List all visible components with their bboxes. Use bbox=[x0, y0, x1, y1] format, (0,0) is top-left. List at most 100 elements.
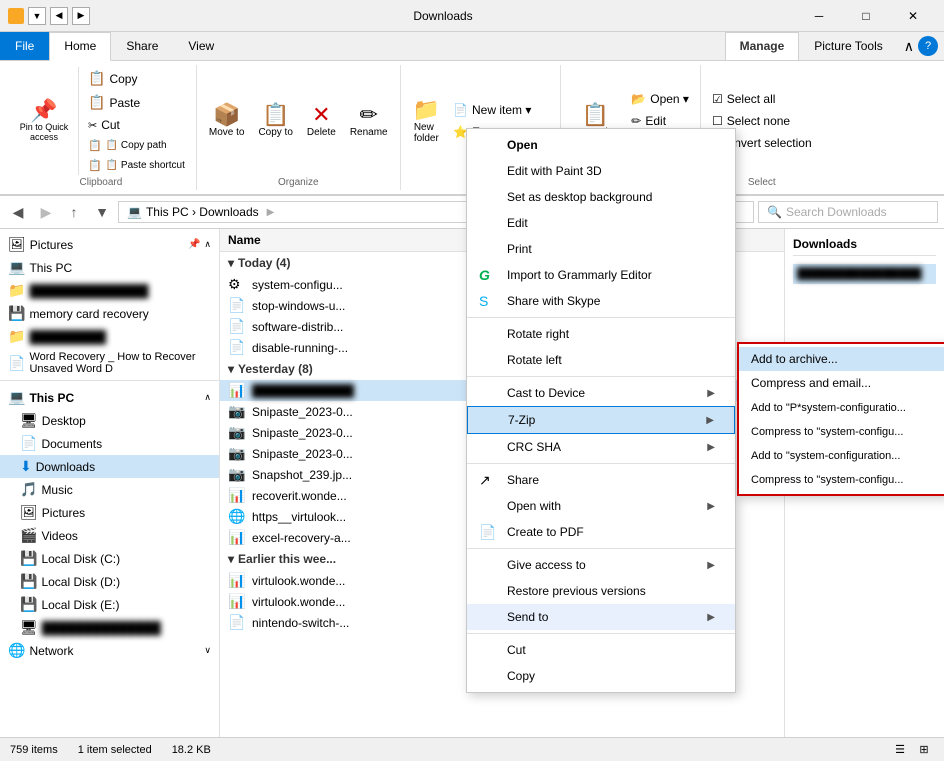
ctx-edit[interactable]: Edit bbox=[467, 210, 735, 236]
forward-button[interactable]: ▶ bbox=[34, 200, 58, 224]
sidebar-item-memory-card[interactable]: 💾 memory card recovery bbox=[0, 302, 219, 325]
quick-access-btn[interactable]: ▼ bbox=[28, 7, 46, 25]
paste-icon: 📋 bbox=[88, 94, 105, 111]
sidebar-item-pictures[interactable]: 🖼 Pictures bbox=[0, 501, 219, 524]
tab-file[interactable]: File bbox=[0, 32, 49, 60]
ctx-skype[interactable]: S Share with Skype bbox=[467, 288, 735, 314]
recent-button[interactable]: ▼ bbox=[90, 200, 114, 224]
tab-share[interactable]: Share bbox=[111, 32, 173, 60]
ctx-give-access[interactable]: Give access to ▶ bbox=[467, 552, 735, 578]
open-button[interactable]: 📂 Open ▾ bbox=[626, 89, 694, 109]
clipboard-content: 📌 Pin to Quick access 📋 Copy 📋 Paste ✂ C… bbox=[12, 67, 190, 175]
ctx-cut[interactable]: Cut bbox=[467, 637, 735, 663]
sidebar-item-network[interactable]: 🌐 Network ∨ bbox=[0, 639, 219, 662]
delete-button[interactable]: ✕ Delete bbox=[301, 100, 342, 142]
window-title: Downloads bbox=[90, 9, 796, 23]
sidebar-item-blurred1[interactable]: 📁 ██████████████ bbox=[0, 279, 219, 302]
ctx-sep4 bbox=[467, 548, 735, 549]
videos-icon: 🎬 bbox=[20, 527, 37, 544]
sidebar-item-downloads[interactable]: ⬇ Downloads bbox=[0, 455, 219, 478]
move-to-button[interactable]: 📦 Move to bbox=[203, 100, 251, 142]
sidebar-item-local-c[interactable]: 💾 Local Disk (C:) bbox=[0, 547, 219, 570]
sidebar-item-this-pc-quick[interactable]: 💻 This PC bbox=[0, 256, 219, 279]
close-button[interactable]: ✕ bbox=[890, 0, 936, 32]
ctx-rotate-left[interactable]: Rotate left bbox=[467, 347, 735, 373]
sidebar-item-local-d[interactable]: 💾 Local Disk (D:) bbox=[0, 570, 219, 593]
copy-to-button[interactable]: 📋 Copy to bbox=[252, 100, 298, 142]
new-item-button[interactable]: 📄 New item ▾ bbox=[448, 100, 554, 120]
tiles-view-btn[interactable]: ⊞ bbox=[914, 740, 934, 760]
tab-picture-tools[interactable]: Picture Tools bbox=[799, 32, 897, 60]
new-folder-button[interactable]: 📁 Newfolder bbox=[407, 95, 446, 148]
sidebar-item-videos[interactable]: 🎬 Videos bbox=[0, 524, 219, 547]
ctx-grammarly[interactable]: G Import to Grammarly Editor bbox=[467, 262, 735, 288]
ctx-desktop-bg[interactable]: Set as desktop background bbox=[467, 184, 735, 210]
submenu-compress-email[interactable]: Compress and email... bbox=[739, 371, 944, 395]
ctx-send-to[interactable]: Send to ▶ bbox=[467, 604, 735, 630]
ctx-print[interactable]: Print bbox=[467, 236, 735, 262]
paste-shortcut-button[interactable]: 📋 📋 Paste shortcut bbox=[83, 156, 190, 175]
paste-button[interactable]: 📋 Paste bbox=[83, 91, 190, 114]
path-icon: 💻 bbox=[127, 205, 142, 219]
disk-e-icon: 💾 bbox=[20, 596, 37, 613]
copy-path-button[interactable]: 📋 📋 Copy path bbox=[83, 136, 190, 155]
sidebar-item-local-e[interactable]: 💾 Local Disk (E:) bbox=[0, 593, 219, 616]
ribbon-group-clipboard: 📌 Pin to Quick access 📋 Copy 📋 Paste ✂ C… bbox=[6, 65, 197, 190]
organize-label: Organize bbox=[203, 177, 394, 188]
tab-manage[interactable]: Manage bbox=[725, 32, 800, 60]
ctx-crc-sha[interactable]: CRC SHA ▶ bbox=[467, 434, 735, 460]
sidebar-item-desktop[interactable]: 🖥 Desktop bbox=[0, 409, 219, 432]
network-icon: 🌐 bbox=[8, 642, 25, 659]
submenu-compress-system-config2[interactable]: Compress to "system-configu... bbox=[739, 467, 944, 491]
sidebar-item-pictures-quick[interactable]: 🖼 Pictures 📌 ∧ bbox=[0, 233, 219, 256]
ctx-sep5 bbox=[467, 633, 735, 634]
ctx-open-with[interactable]: Open with ▶ bbox=[467, 493, 735, 519]
ctx-rotate-right[interactable]: Rotate right bbox=[467, 321, 735, 347]
new-item-icon: 📄 bbox=[453, 103, 468, 117]
ctx-copy[interactable]: Copy bbox=[467, 663, 735, 689]
back-btn[interactable]: ◀ bbox=[50, 7, 68, 25]
copy-button[interactable]: 📋 Copy bbox=[83, 67, 190, 90]
ctx-7zip[interactable]: 7-Zip ▶ bbox=[467, 406, 735, 434]
submenu-add-system-config2[interactable]: Add to "system-configuration... bbox=[739, 443, 944, 467]
forward-btn[interactable]: ▶ bbox=[72, 7, 90, 25]
ctx-cast[interactable]: Cast to Device ▶ bbox=[467, 380, 735, 406]
search-box[interactable]: 🔍 Search Downloads bbox=[758, 201, 938, 223]
cut-button[interactable]: ✂ Cut bbox=[83, 115, 190, 135]
ribbon-collapse-btn[interactable]: ∧ bbox=[904, 38, 914, 55]
minimize-button[interactable]: ─ bbox=[796, 0, 842, 32]
ctx-share[interactable]: ↗ Share bbox=[467, 467, 735, 493]
submenu-add-system-config[interactable]: Add to "P*system-configuratio... bbox=[739, 395, 944, 419]
sidebar-item-music[interactable]: 🎵 Music bbox=[0, 478, 219, 501]
pin-quick-access-button[interactable]: 📌 Pin to Quick access bbox=[12, 96, 76, 147]
select-all-button[interactable]: ☑ Select all bbox=[707, 89, 817, 109]
music-icon: 🎵 bbox=[20, 481, 37, 498]
expand2-icon: ∧ bbox=[204, 392, 211, 403]
sidebar-item-blurred3[interactable]: 🖥 ██████████████ bbox=[0, 616, 219, 639]
tab-view[interactable]: View bbox=[173, 32, 229, 60]
sidebar-item-this-pc[interactable]: 💻 This PC ∧ bbox=[0, 386, 219, 409]
ctx-edit-paint[interactable]: Edit with Paint 3D bbox=[467, 158, 735, 184]
copy-path-icon: 📋 bbox=[88, 139, 102, 152]
ctx-restore-versions[interactable]: Restore previous versions bbox=[467, 578, 735, 604]
title-bar-left: ▼ ◀ ▶ bbox=[8, 7, 90, 25]
tab-home[interactable]: Home bbox=[49, 32, 111, 61]
sidebar-item-documents[interactable]: 📄 Documents bbox=[0, 432, 219, 455]
back-button[interactable]: ◀ bbox=[6, 200, 30, 224]
word-icon: 📄 bbox=[8, 355, 25, 372]
7zip-arrow-icon: ▶ bbox=[706, 415, 714, 426]
item-count: 759 items bbox=[10, 744, 58, 756]
submenu-compress-system-config[interactable]: Compress to "system-configu... bbox=[739, 419, 944, 443]
submenu-add-archive[interactable]: Add to archive... bbox=[739, 347, 944, 371]
ctx-open[interactable]: Open bbox=[467, 132, 735, 158]
help-button[interactable]: ? bbox=[918, 36, 938, 56]
details-view-btn[interactable]: ☰ bbox=[890, 740, 910, 760]
sidebar-item-word-recovery[interactable]: 📄 Word Recovery _ How to Recover Unsaved… bbox=[0, 348, 219, 378]
sidebar-item-blurred2[interactable]: 📁 █████████ bbox=[0, 325, 219, 348]
maximize-button[interactable]: □ bbox=[843, 0, 889, 32]
up-button[interactable]: ↑ bbox=[62, 200, 86, 224]
ctx-create-pdf[interactable]: 📄 Create to PDF bbox=[467, 519, 735, 545]
rename-button[interactable]: ✏ Rename bbox=[344, 100, 394, 142]
status-bar: 759 items 1 item selected 18.2 KB ☰ ⊞ bbox=[0, 737, 944, 761]
right-panel-title: Downloads bbox=[793, 233, 936, 256]
